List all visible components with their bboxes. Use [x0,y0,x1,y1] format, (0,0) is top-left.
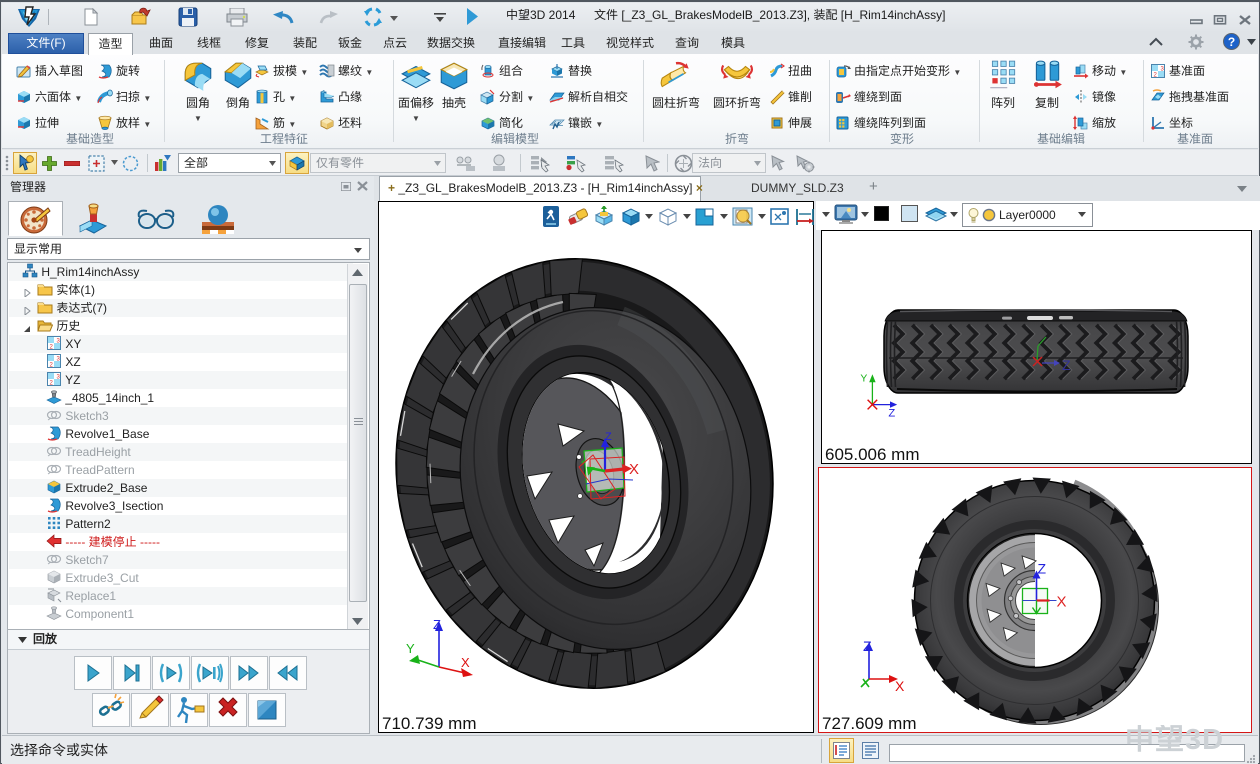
svg-text:?: ? [1228,35,1235,49]
svg-text:X: X [629,461,639,478]
svg-text:Z: Z [433,617,441,632]
svg-text:Z: Z [1038,561,1047,577]
svg-text:Y: Y [406,641,415,656]
svg-text:Z: Z [863,639,872,654]
svg-text:X: X [895,678,905,694]
svg-text:Z: Z [605,431,612,443]
svg-text:X: X [1057,594,1067,611]
svg-text:Y: Y [860,373,867,384]
svg-text:Z: Z [1062,357,1071,373]
svg-text:X: X [461,655,470,670]
svg-text:Z: Z [888,408,895,419]
